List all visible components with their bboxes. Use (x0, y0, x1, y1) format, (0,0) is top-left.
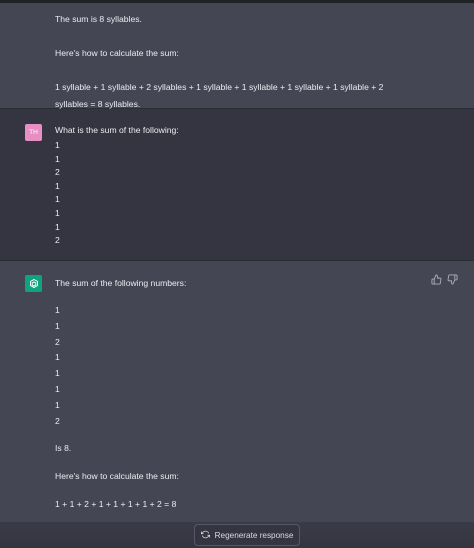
message-line: 2 (55, 336, 60, 347)
message-line: 1 syllable + 1 syllable + 2 syllables + … (55, 82, 384, 92)
assistant-message-1: The sum is 8 syllables. Here's how to ca… (0, 3, 474, 109)
message-actions (431, 274, 458, 285)
regenerate-label: Regenerate response (214, 530, 294, 540)
message-line: 1 (55, 194, 60, 205)
thumbs-down-icon[interactable] (447, 274, 458, 285)
message-line: 1 (55, 153, 60, 164)
message-line: 1 (55, 221, 60, 232)
message-line: 1 (55, 207, 60, 218)
message-line: 2 (55, 235, 60, 246)
message-line: 1 (55, 352, 60, 363)
regenerate-response-button[interactable]: Regenerate response (194, 524, 300, 546)
user-message: TH What is the sum of the following: 1 1… (0, 109, 474, 261)
assistant-message-2: The sum of the following numbers: 1 1 2 … (0, 261, 474, 548)
message-line: 1 (55, 180, 60, 191)
message-line: 1 (55, 320, 60, 331)
message-line: 1 (55, 368, 60, 379)
user-avatar: TH (25, 124, 42, 141)
message-line: The sum of the following numbers: (55, 278, 187, 288)
message-line: Is 8. (55, 443, 72, 454)
message-line: Here's how to calculate the sum: (55, 48, 179, 58)
message-line: 1 + 1 + 2 + 1 + 1 + 1 + 1 + 2 = 8 (55, 499, 177, 510)
message-line: The sum is 8 syllables. (55, 14, 142, 24)
message-line: 2 (55, 415, 60, 426)
openai-logo-icon (25, 275, 42, 292)
message-line: What is the sum of the following: (55, 125, 179, 135)
message-line: 1 (55, 383, 60, 394)
message-line: Here's how to calculate the sum: (55, 471, 179, 482)
thumbs-up-icon[interactable] (431, 274, 442, 285)
message-line: 1 (55, 399, 60, 410)
message-line: 2 (55, 167, 60, 178)
bottom-bar: Regenerate response (0, 522, 474, 548)
message-line: 1 (55, 305, 60, 315)
message-line: 1 (55, 140, 60, 150)
refresh-icon (200, 530, 210, 541)
